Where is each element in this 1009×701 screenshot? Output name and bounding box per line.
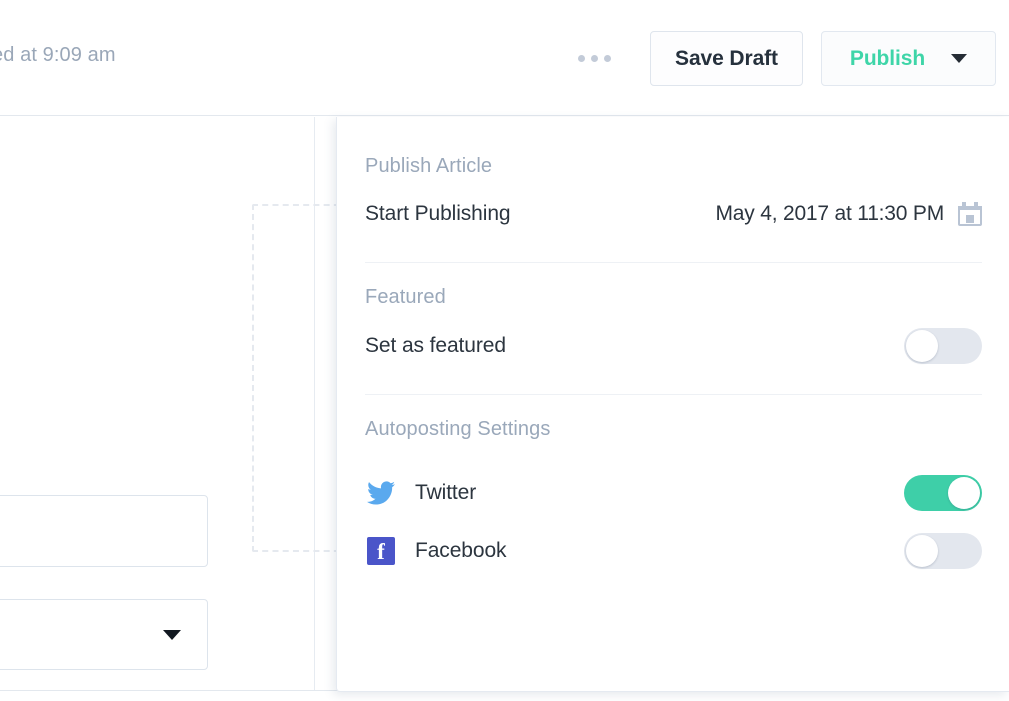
start-publishing-row[interactable]: Start Publishing May 4, 2017 at 11:30 PM [365,197,982,231]
app-header: ed at 9:09 am Save Draft Publish [0,0,1009,116]
publish-settings-panel: Publish Article Start Publishing May 4, … [336,117,1009,692]
text-input-field[interactable] [0,495,208,567]
section-divider [365,262,982,263]
start-publishing-label: Start Publishing [365,202,511,225]
autopost-toggle-facebook[interactable] [904,533,982,569]
section-divider [365,394,982,395]
toggle-knob [906,535,938,567]
twitter-icon [365,481,397,505]
autopost-service-name: Facebook [415,539,507,562]
select-field[interactable] [0,599,208,670]
ellipsis-dot [604,54,611,62]
publish-date-value: May 4, 2017 at 11:30 PM [715,202,945,225]
autopost-row-twitter: Twitter [365,475,982,511]
section-title-publish-article: Publish Article [365,155,493,177]
toggle-knob [906,330,938,362]
app-screen: ed at 9:09 am Save Draft Publish Publish… [0,0,1009,701]
set-featured-label: Set as featured [365,334,506,357]
ellipsis-dot [591,54,598,62]
autopost-row-facebook: f Facebook [365,533,982,569]
section-title-featured: Featured [365,286,446,308]
facebook-icon: f [365,537,397,565]
saved-status-text: ed at 9:09 am [0,44,116,66]
autopost-toggle-twitter[interactable] [904,475,982,511]
publish-panel-content: Publish Article Start Publishing May 4, … [365,117,982,692]
set-featured-toggle[interactable] [904,328,982,364]
set-featured-row: Set as featured [365,328,982,364]
save-draft-button[interactable]: Save Draft [650,31,803,86]
ellipsis-dot [578,54,585,62]
chevron-down-icon [951,54,968,63]
publish-dropdown-button[interactable]: Publish [821,31,996,86]
publish-date-control[interactable]: May 4, 2017 at 11:30 PM [716,202,982,226]
chevron-down-icon [163,630,181,640]
section-title-autoposting: Autoposting Settings [365,418,551,440]
ellipsis-icon[interactable] [578,50,618,66]
autopost-service-name: Twitter [415,481,477,504]
toggle-knob [948,477,980,509]
calendar-icon[interactable] [958,202,982,226]
publish-dropdown-label: Publish [849,46,926,70]
